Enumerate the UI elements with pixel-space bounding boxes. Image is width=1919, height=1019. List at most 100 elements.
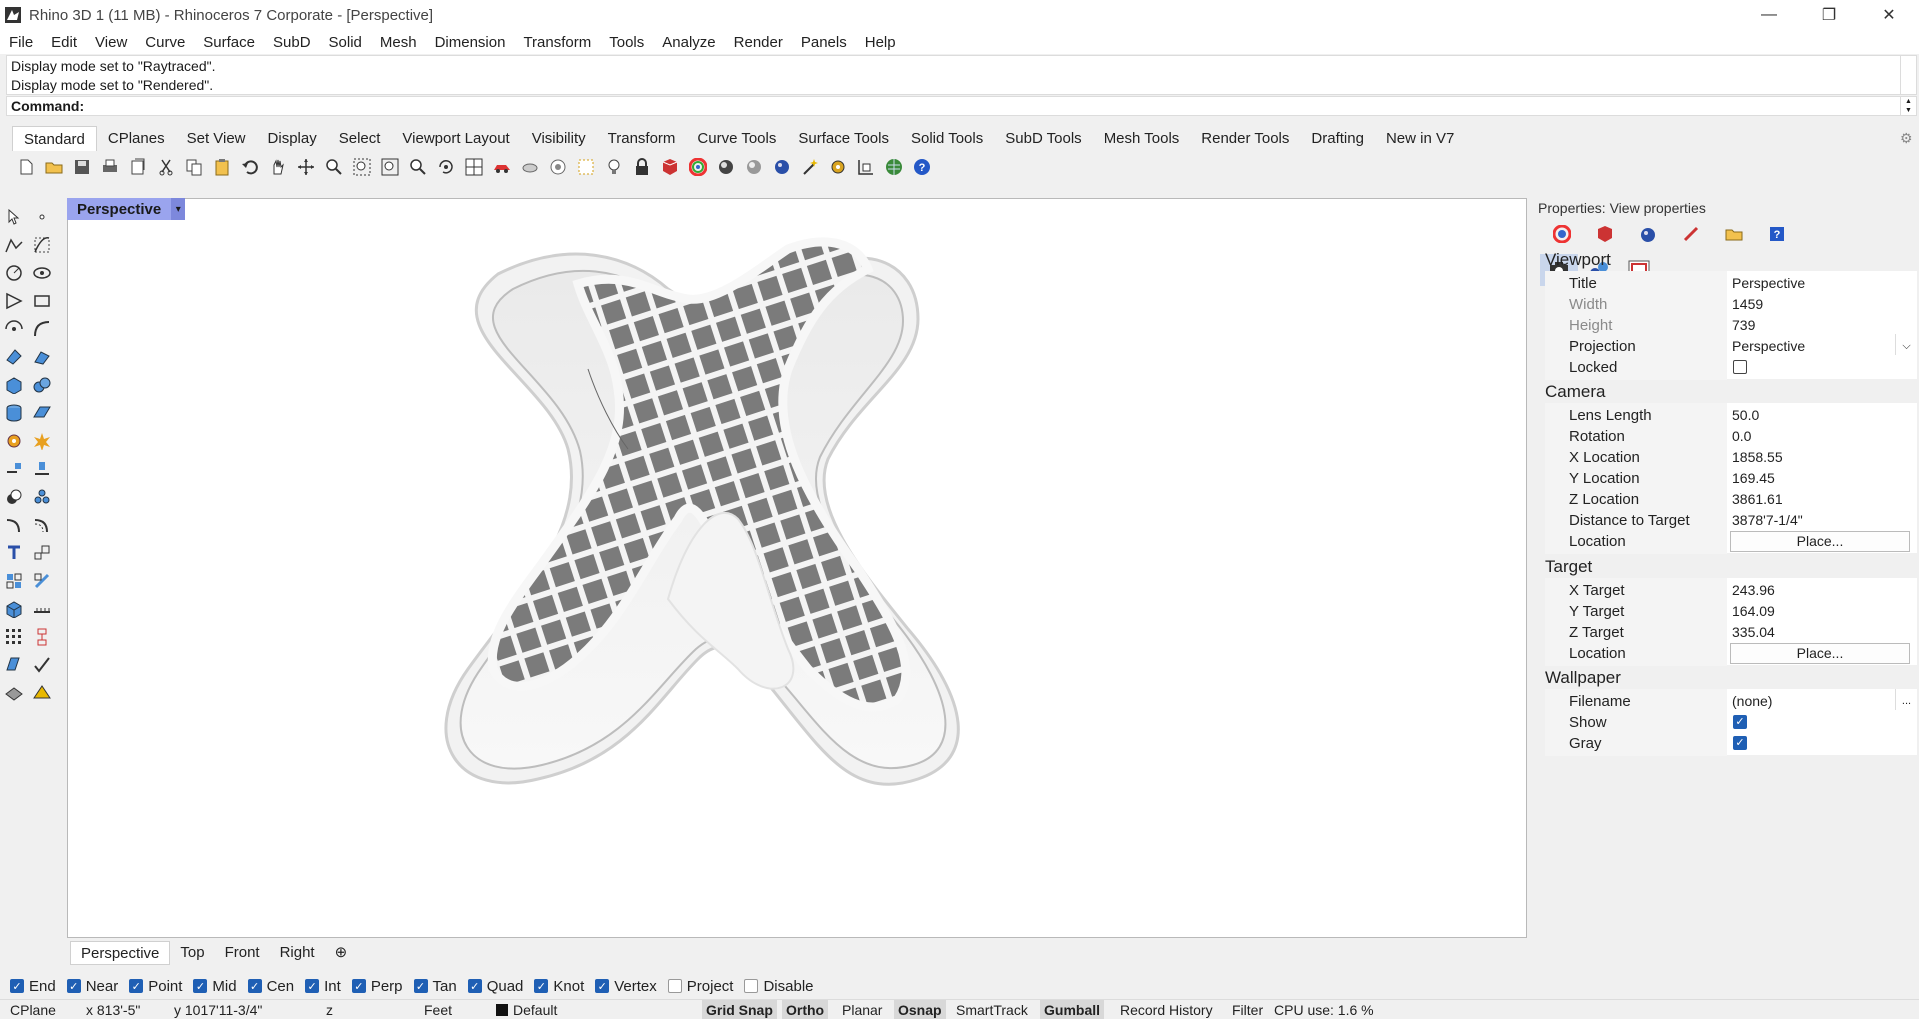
- tab-visibility[interactable]: Visibility: [521, 126, 597, 151]
- menu-help[interactable]: Help: [856, 34, 905, 51]
- checkbox-icon[interactable]: ✓: [534, 979, 549, 993]
- osnap-mid[interactable]: ✓ Mid: [193, 978, 237, 995]
- tab-subd-tools[interactable]: SubD Tools: [994, 126, 1092, 151]
- add-viewport-icon[interactable]: ⊕: [325, 941, 358, 965]
- osnap-point[interactable]: ✓ Point: [129, 978, 182, 995]
- pan-icon[interactable]: [264, 154, 292, 180]
- tab-display[interactable]: Display: [257, 126, 328, 151]
- viewtab-right[interactable]: Right: [270, 941, 325, 965]
- boolean-icon[interactable]: [2, 485, 26, 509]
- trim-icon[interactable]: [2, 457, 26, 481]
- osnap-perp[interactable]: ✓ Perp: [351, 978, 403, 995]
- material-tab-icon[interactable]: [1583, 222, 1626, 246]
- zoom-icon[interactable]: [320, 154, 348, 180]
- status-osnap[interactable]: Osnap: [894, 1000, 946, 1019]
- ghost-icon[interactable]: [740, 154, 768, 180]
- drafting-icon[interactable]: [2, 653, 26, 677]
- osnap-cen[interactable]: ✓ Cen: [247, 978, 294, 995]
- zoom-selected-icon[interactable]: [404, 154, 432, 180]
- command-history[interactable]: Display mode set to "Raytraced". Display…: [6, 55, 1901, 95]
- ruler-icon[interactable]: [30, 597, 54, 621]
- color-wheel-icon[interactable]: [684, 154, 712, 180]
- mesh-icon[interactable]: [30, 401, 54, 425]
- checkbox-icon[interactable]: ✓: [595, 979, 610, 993]
- status-smarttrack[interactable]: SmartTrack: [952, 1000, 1032, 1019]
- options-icon[interactable]: [824, 154, 852, 180]
- menu-dimension[interactable]: Dimension: [426, 34, 515, 51]
- save-icon[interactable]: [68, 154, 96, 180]
- osnap-tan[interactable]: ✓ Tan: [413, 978, 457, 995]
- osnap-near[interactable]: ✓ Near: [66, 978, 118, 995]
- dimension-icon[interactable]: [2, 541, 26, 565]
- surface-icon[interactable]: [2, 345, 26, 369]
- offset-icon[interactable]: [30, 513, 54, 537]
- circle-icon[interactable]: [2, 261, 26, 285]
- status-gumball[interactable]: Gumball: [1040, 1000, 1105, 1019]
- osnap-end[interactable]: ✓ End: [10, 978, 56, 995]
- checkbox-icon[interactable]: ✓: [193, 979, 208, 993]
- polyline-icon[interactable]: [2, 233, 26, 257]
- menu-mesh[interactable]: Mesh: [371, 34, 426, 51]
- checkbox-icon[interactable]: ✓: [467, 979, 482, 993]
- tab-viewport-layout[interactable]: Viewport Layout: [391, 126, 520, 151]
- sphere-icon[interactable]: [30, 373, 54, 397]
- print-icon[interactable]: [96, 154, 124, 180]
- perspective-viewport[interactable]: [67, 198, 1527, 938]
- menu-subd[interactable]: SubD: [264, 34, 320, 51]
- status-planar[interactable]: Planar: [838, 1000, 886, 1019]
- zoom-dynamic-icon[interactable]: [432, 154, 460, 180]
- menu-render[interactable]: Render: [725, 34, 792, 51]
- checkbox-icon[interactable]: ✓: [66, 979, 81, 993]
- checkbox-icon[interactable]: ✓: [305, 979, 320, 993]
- environment-icon[interactable]: [1626, 222, 1669, 246]
- menu-solid[interactable]: Solid: [320, 34, 371, 51]
- viewport-label[interactable]: Perspective: [67, 201, 171, 218]
- checkbox-icon[interactable]: ✓: [247, 979, 262, 993]
- zoom-extents-icon[interactable]: [376, 154, 404, 180]
- checkbox-icon[interactable]: ✓: [413, 979, 428, 993]
- show-checkbox[interactable]: ✓: [1733, 715, 1747, 729]
- tab-mesh-tools[interactable]: Mesh Tools: [1093, 126, 1191, 151]
- curve-icon[interactable]: [30, 233, 54, 257]
- menu-view[interactable]: View: [86, 34, 136, 51]
- cylinder-icon[interactable]: [2, 401, 26, 425]
- tab-standard[interactable]: Standard: [12, 126, 97, 151]
- viewport-title[interactable]: Perspective ▾: [67, 198, 186, 220]
- menu-surface[interactable]: Surface: [194, 34, 264, 51]
- osnap-knot[interactable]: ✓ Knot: [534, 978, 584, 995]
- tab-curve-tools[interactable]: Curve Tools: [686, 126, 787, 151]
- color-icon[interactable]: [1540, 222, 1583, 246]
- menu-edit[interactable]: Edit: [42, 34, 86, 51]
- status-grid-snap[interactable]: Grid Snap: [702, 1000, 777, 1019]
- render-icon[interactable]: [768, 154, 796, 180]
- help-icon[interactable]: ?: [908, 154, 936, 180]
- gray-checkbox[interactable]: ✓: [1733, 736, 1747, 750]
- freeform-icon[interactable]: [30, 317, 54, 341]
- menu-file[interactable]: File: [0, 34, 42, 51]
- grid-array-icon[interactable]: [2, 625, 26, 649]
- rotate-view-icon[interactable]: [292, 154, 320, 180]
- box-icon[interactable]: [2, 373, 26, 397]
- extrude-icon[interactable]: [30, 345, 54, 369]
- osnap-disable[interactable]: Disable: [744, 978, 814, 995]
- camera-place-button[interactable]: Place...: [1730, 531, 1910, 552]
- status-cplane[interactable]: CPlane: [6, 1000, 60, 1019]
- history-scrollbar[interactable]: [1900, 55, 1917, 95]
- menu-transform[interactable]: Transform: [514, 34, 600, 51]
- wand-icon[interactable]: [796, 154, 824, 180]
- open-icon[interactable]: [40, 154, 68, 180]
- zoom-window-icon[interactable]: [348, 154, 376, 180]
- tab-surface-tools[interactable]: Surface Tools: [787, 126, 900, 151]
- status-units[interactable]: Feet: [420, 1000, 456, 1019]
- status-filter[interactable]: Filter: [1228, 1000, 1267, 1019]
- menu-curve[interactable]: Curve: [136, 34, 194, 51]
- close-button[interactable]: ✕: [1859, 0, 1919, 30]
- tab-render-tools[interactable]: Render Tools: [1190, 126, 1300, 151]
- viewport-grid-icon[interactable]: [460, 154, 488, 180]
- tab-set-view[interactable]: Set View: [176, 126, 257, 151]
- block-icon[interactable]: [30, 625, 54, 649]
- light-icon[interactable]: [600, 154, 628, 180]
- menu-tools[interactable]: Tools: [600, 34, 653, 51]
- copy-icon[interactable]: [180, 154, 208, 180]
- paste-icon[interactable]: [208, 154, 236, 180]
